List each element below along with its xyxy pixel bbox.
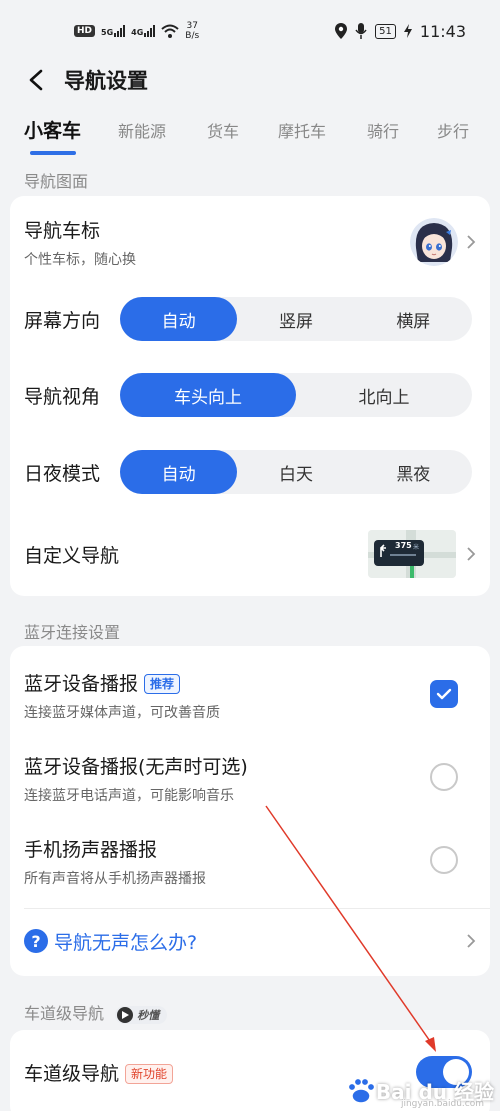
vehicle-tabs: 小客车 新能源 货车 摩托车 骑行 步行 — [0, 118, 500, 158]
hd-icon: HD — [74, 25, 96, 37]
speaker-title: 手机扬声器播报 — [24, 838, 158, 861]
header: 导航设置 — [0, 60, 500, 100]
active-tab-indicator — [30, 151, 76, 155]
custom-nav-title: 自定义导航 — [24, 544, 120, 567]
video-guide-badge[interactable]: 秒懂 — [115, 1005, 168, 1024]
bluetooth-phone-subtitle: 连接蓝牙电话声道，可能影响音乐 — [24, 787, 234, 804]
car-icon-subtitle: 个性车标，随心换 — [24, 251, 136, 268]
nav-display-card: 导航车标 个性车标，随心换 屏幕方向 自动 竖屏 横屏 导航视角 车头向上 北向… — [10, 196, 490, 596]
page-title: 导航设置 — [64, 69, 148, 93]
tab-motorcycle[interactable]: 摩托车 — [278, 118, 326, 142]
status-time: 11:43 — [419, 21, 466, 41]
divider — [24, 908, 490, 909]
tab-cycling[interactable]: 骑行 — [367, 118, 399, 142]
battery-icon: 51 — [375, 23, 396, 39]
sim1-signal-icon: 5G — [101, 25, 126, 37]
screen-orientation-segmented: 自动 竖屏 横屏 — [120, 297, 472, 341]
speaker-option[interactable]: 手机扬声器播报 所有声音将从手机扬声器播报 — [10, 826, 490, 896]
car-icon-title: 导航车标 — [24, 219, 101, 242]
status-right: 51 11:43 — [335, 22, 466, 41]
speaker-checkbox[interactable] — [430, 846, 458, 874]
orientation-option-auto[interactable]: 自动 — [120, 297, 238, 341]
bluetooth-phone-title: 蓝牙设备播报(无声时可选) — [24, 755, 248, 778]
net-speed: 37 B/s — [185, 21, 200, 41]
speaker-subtitle: 所有声音将从手机扬声器播报 — [24, 870, 206, 887]
no-sound-help-row[interactable]: ? 导航无声怎么办? — [10, 910, 490, 972]
sim2-signal-icon: 4G — [131, 25, 156, 37]
car-icon-avatar — [410, 218, 458, 266]
microphone-icon — [355, 23, 367, 39]
tab-truck[interactable]: 货车 — [207, 118, 239, 142]
location-icon — [335, 23, 348, 39]
day-night-option-night[interactable]: 黑夜 — [355, 450, 472, 494]
day-night-option-auto[interactable]: 自动 — [120, 450, 238, 494]
question-icon: ? — [24, 929, 48, 953]
back-button[interactable] — [24, 68, 48, 92]
view-option-north-up[interactable]: 北向上 — [296, 373, 472, 417]
chevron-right-icon — [467, 934, 476, 948]
status-left: HD 5G 4G 37 B/s — [74, 21, 199, 41]
view-angle-segmented: 车头向上 北向上 — [120, 373, 472, 417]
tab-new-energy[interactable]: 新能源 — [118, 118, 166, 142]
wifi-icon — [161, 24, 179, 38]
custom-nav-preview-text-line — [390, 554, 416, 556]
tab-car[interactable]: 小客车 — [24, 116, 81, 143]
no-sound-help-link[interactable]: ? 导航无声怎么办? — [24, 928, 197, 955]
bluetooth-media-title: 蓝牙设备播报 推荐 — [24, 669, 220, 696]
lane-nav-title: 车道级导航 新功能 — [24, 1059, 174, 1086]
watermark-url: jingyan.baidu.com — [400, 1099, 484, 1109]
day-night-label: 日夜模式 — [24, 462, 101, 485]
bluetooth-option-phone[interactable]: 蓝牙设备播报(无声时可选) 连接蓝牙电话声道，可能影响音乐 — [10, 743, 490, 813]
bluetooth-phone-checkbox[interactable] — [430, 763, 458, 791]
custom-nav-row[interactable]: 自定义导航 375 米 — [10, 514, 490, 594]
orientation-option-landscape[interactable]: 横屏 — [355, 297, 472, 341]
custom-nav-preview: 375 米 — [368, 530, 456, 578]
play-icon — [117, 1006, 134, 1023]
section-label-lane-nav: 车道级导航 秒懂 — [24, 1000, 168, 1024]
back-arrow-icon — [29, 69, 43, 91]
custom-nav-preview-unit: 米 — [413, 544, 420, 551]
custom-nav-preview-distance: 375 — [395, 541, 412, 550]
section-label-nav-display: 导航图面 — [24, 172, 89, 191]
chevron-right-icon — [467, 547, 476, 561]
bluetooth-option-media[interactable]: 蓝牙设备播报 推荐 连接蓝牙媒体声道，可改善音质 — [10, 660, 490, 730]
car-icon-row[interactable]: 导航车标 个性车标，随心换 — [10, 196, 490, 288]
bluetooth-media-subtitle: 连接蓝牙媒体声道，可改善音质 — [24, 704, 220, 721]
bluetooth-media-checkbox[interactable] — [430, 680, 458, 708]
day-night-segmented: 自动 白天 黑夜 — [120, 450, 472, 494]
recommended-badge: 推荐 — [144, 674, 181, 694]
section-label-bluetooth: 蓝牙连接设置 — [24, 623, 121, 642]
view-option-heading-up[interactable]: 车头向上 — [120, 373, 296, 417]
checkmark-icon — [436, 688, 452, 700]
status-bar: HD 5G 4G 37 B/s 51 11:43 — [0, 0, 500, 62]
view-angle-label: 导航视角 — [24, 385, 101, 408]
bluetooth-card: 蓝牙设备播报 推荐 连接蓝牙媒体声道，可改善音质 蓝牙设备播报(无声时可选) 连接… — [10, 646, 490, 976]
charging-icon — [403, 24, 412, 38]
paw-icon — [347, 1077, 376, 1104]
orientation-option-portrait[interactable]: 竖屏 — [237, 297, 354, 341]
new-feature-badge: 新功能 — [125, 1064, 174, 1084]
chevron-right-icon — [467, 235, 476, 249]
day-night-option-day[interactable]: 白天 — [237, 450, 354, 494]
tab-walking[interactable]: 步行 — [437, 118, 469, 142]
screen-orientation-label: 屏幕方向 — [24, 309, 101, 332]
